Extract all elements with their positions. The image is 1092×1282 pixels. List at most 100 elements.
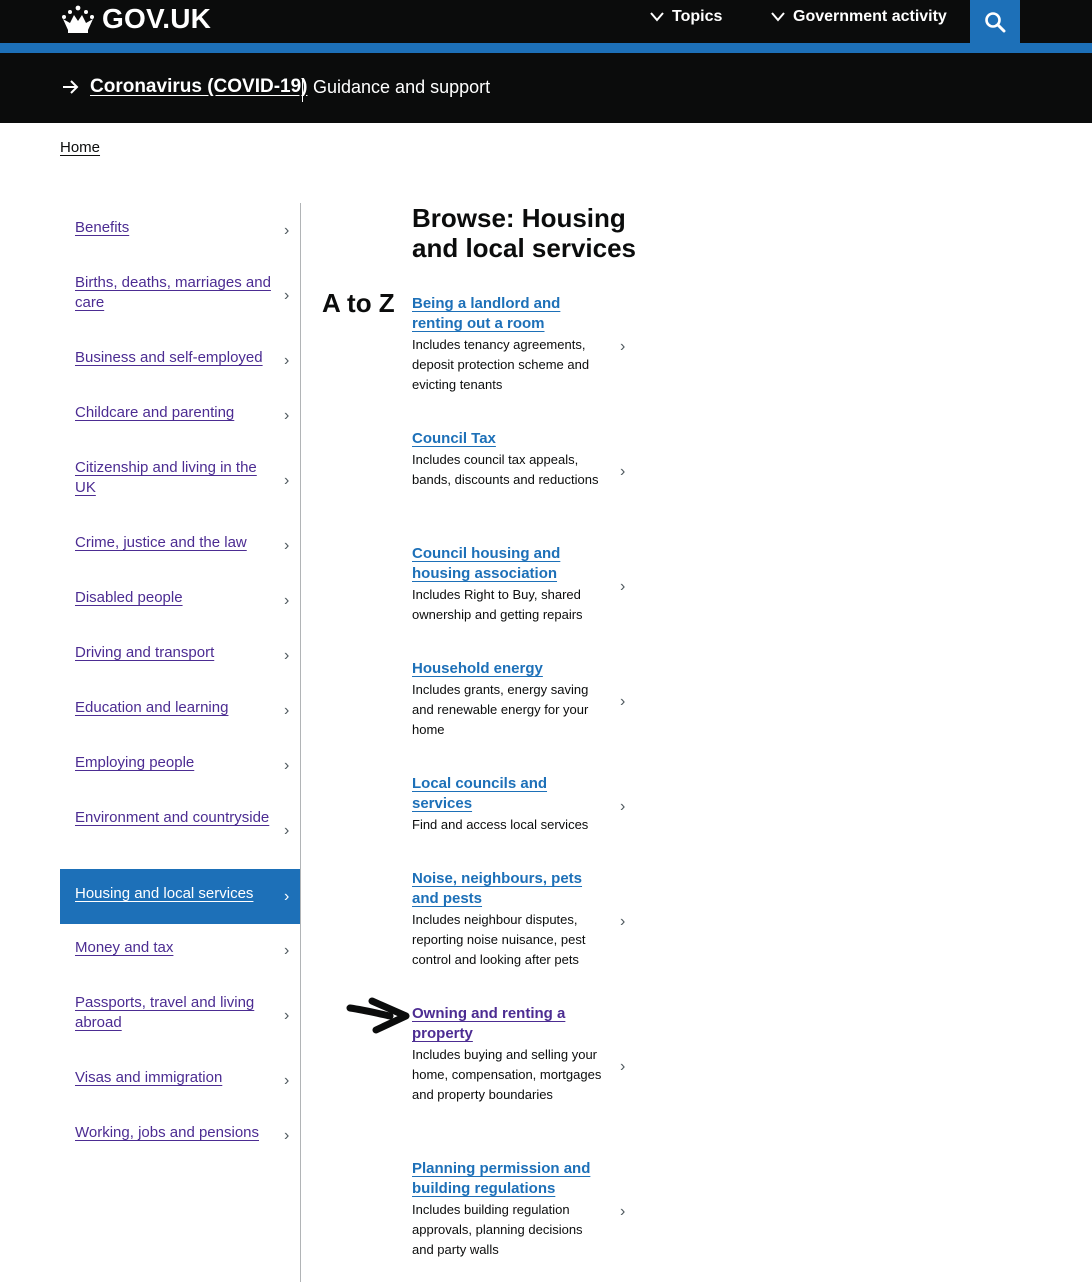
topic-item-owning-renting[interactable]: Owning and renting a property Includes b… (412, 1004, 632, 1105)
topic-title-link[interactable]: Planning permission and building regulat… (412, 1159, 607, 1199)
sidebar-item-visas[interactable]: Visas and immigration › (60, 1050, 300, 1105)
topic-item-household-energy[interactable]: Household energy Includes grants, energy… (412, 659, 632, 740)
topic-title-link[interactable]: Being a landlord and renting out a room (412, 294, 607, 334)
sidebar-item-label: Disabled people (75, 589, 183, 606)
sidebar-item-label: Citizenship and living in the UK (75, 459, 257, 496)
chevron-right-icon: › (284, 822, 290, 839)
sidebar-item-childcare[interactable]: Childcare and parenting › (60, 385, 300, 440)
topic-description: Includes grants, energy saving and renew… (412, 682, 589, 737)
arrow-right-icon (63, 80, 79, 94)
hand-drawn-arrow-icon (346, 997, 410, 1034)
sidebar-item-label: Benefits (75, 219, 130, 236)
chevron-right-icon: › (284, 1127, 290, 1144)
site-header: GOV.UK Topics Government activity (0, 0, 1092, 43)
chevron-right-icon: › (284, 352, 290, 369)
chevron-right-icon: › (284, 1007, 290, 1024)
chevron-right-icon: › (284, 757, 290, 774)
chevron-right-icon: › (620, 693, 626, 710)
chevron-right-icon: › (284, 647, 290, 664)
topic-title-link[interactable]: Owning and renting a property (412, 1004, 607, 1044)
breadcrumb-home[interactable]: Home (60, 139, 100, 156)
chevron-right-icon: › (284, 222, 290, 239)
sidebar-item-births-deaths[interactable]: Births, deaths, marriages and care › (60, 255, 300, 311)
a-to-z-heading: A to Z (322, 288, 395, 318)
topic-item-landlord[interactable]: Being a landlord and renting out a room … (412, 294, 632, 395)
nav-government-activity-button[interactable]: Government activity (771, 8, 947, 26)
topic-description: Includes tenancy agreements, deposit pro… (412, 337, 590, 392)
topic-title-link[interactable]: Council Tax (412, 429, 607, 449)
sidebar-item-employing-people[interactable]: Employing people › (60, 735, 300, 790)
topic-title-link[interactable]: Local councils and services (412, 774, 607, 814)
sidebar-item-education[interactable]: Education and learning › (60, 680, 300, 735)
topic-title-link[interactable]: Council housing and housing association (412, 544, 607, 584)
topic-description: Includes building regulation approvals, … (412, 1202, 583, 1257)
chevron-right-icon: › (620, 1058, 626, 1075)
nav-government-activity-label: Government activity (793, 8, 947, 25)
sidebar-item-passports-travel[interactable]: Passports, travel and living abroad › (60, 975, 300, 1031)
crown-icon (62, 5, 94, 33)
topic-item-local-councils[interactable]: Local councils and services Find and acc… (412, 774, 632, 835)
chevron-right-icon: › (620, 338, 626, 355)
topic-description: Includes Right to Buy, shared ownership … (412, 587, 583, 622)
covid-separator (302, 78, 303, 102)
topic-item-council-housing[interactable]: Council housing and housing association … (412, 544, 632, 625)
chevron-right-icon: › (620, 1203, 626, 1220)
sidebar-item-driving[interactable]: Driving and transport › (60, 625, 300, 680)
chevron-down-icon (771, 12, 785, 22)
sidebar-item-citizenship[interactable]: Citizenship and living in the UK › (60, 440, 300, 496)
sidebar-item-business[interactable]: Business and self-employed › (60, 330, 300, 385)
chevron-right-icon: › (284, 702, 290, 719)
sidebar-item-label: Employing people (75, 754, 195, 771)
topic-description: Includes buying and selling your home, c… (412, 1047, 602, 1102)
chevron-right-icon: › (284, 407, 290, 424)
chevron-right-icon: › (284, 592, 290, 609)
chevron-down-icon (650, 12, 664, 22)
chevron-right-icon: › (620, 913, 626, 930)
topic-description: Includes neighbour disputes, reporting n… (412, 912, 586, 967)
chevron-right-icon: › (284, 472, 290, 489)
sidebar-item-label: Business and self-employed (75, 349, 263, 366)
search-button[interactable] (970, 0, 1020, 43)
govuk-logo-link[interactable]: GOV.UK (60, 2, 211, 36)
sidebar-item-label: Passports, travel and living abroad (75, 994, 255, 1031)
chevron-right-icon: › (284, 888, 290, 905)
sidebar-item-environment[interactable]: Environment and countryside › (60, 790, 300, 845)
nav-topics-button[interactable]: Topics (650, 8, 722, 26)
search-icon (985, 11, 1006, 32)
chevron-right-icon: › (284, 942, 290, 959)
topic-item-noise-neighbours[interactable]: Noise, neighbours, pets and pests Includ… (412, 869, 632, 970)
chevron-right-icon: › (620, 463, 626, 480)
sidebar-item-working-jobs[interactable]: Working, jobs and pensions › (60, 1105, 300, 1160)
sidebar-item-label: Births, deaths, marriages and care (75, 274, 271, 311)
sidebar-item-label: Visas and immigration (75, 1069, 223, 1086)
chevron-right-icon: › (620, 798, 626, 815)
topic-item-planning-permission[interactable]: Planning permission and building regulat… (412, 1159, 632, 1260)
sidebar-item-benefits[interactable]: Benefits › (60, 200, 300, 255)
sidebar-item-label: Driving and transport (75, 644, 215, 661)
header-accent-bar (0, 43, 1092, 53)
sidebar-item-label: Crime, justice and the law (75, 534, 247, 551)
covid-link[interactable]: Coronavirus (COVID-19) (90, 76, 307, 98)
sidebar-item-label: Education and learning (75, 699, 229, 716)
topic-item-council-tax[interactable]: Council Tax Includes council tax appeals… (412, 429, 632, 490)
covid-guidance-text: Guidance and support (313, 77, 491, 97)
nav-topics-label: Topics (672, 8, 723, 25)
sidebar-item-label: Environment and countryside (75, 809, 270, 826)
page-title: Browse: Housing and local services (412, 203, 637, 263)
sidebar-item-crime-justice[interactable]: Crime, justice and the law › (60, 515, 300, 570)
sidebar-item-housing[interactable]: Housing and local services › (60, 869, 300, 924)
logo-text: GOV.UK (102, 3, 212, 34)
chevron-right-icon: › (284, 1072, 290, 1089)
column-divider (300, 203, 301, 1282)
topic-title-link[interactable]: Noise, neighbours, pets and pests (412, 869, 607, 909)
sidebar-item-disabled-people[interactable]: Disabled people › (60, 570, 300, 625)
topic-title-link[interactable]: Household energy (412, 659, 607, 679)
sidebar-item-money-tax[interactable]: Money and tax › (60, 920, 300, 975)
covid-banner: Coronavirus (COVID-19) Guidance and supp… (0, 53, 1092, 123)
chevron-right-icon: › (284, 537, 290, 554)
chevron-right-icon: › (284, 287, 290, 304)
topic-description: Includes council tax appeals, bands, dis… (412, 452, 599, 487)
sidebar-item-label: Money and tax (75, 939, 174, 956)
topic-description: Find and access local services (412, 817, 589, 832)
sidebar-item-label: Housing and local services (75, 885, 254, 902)
